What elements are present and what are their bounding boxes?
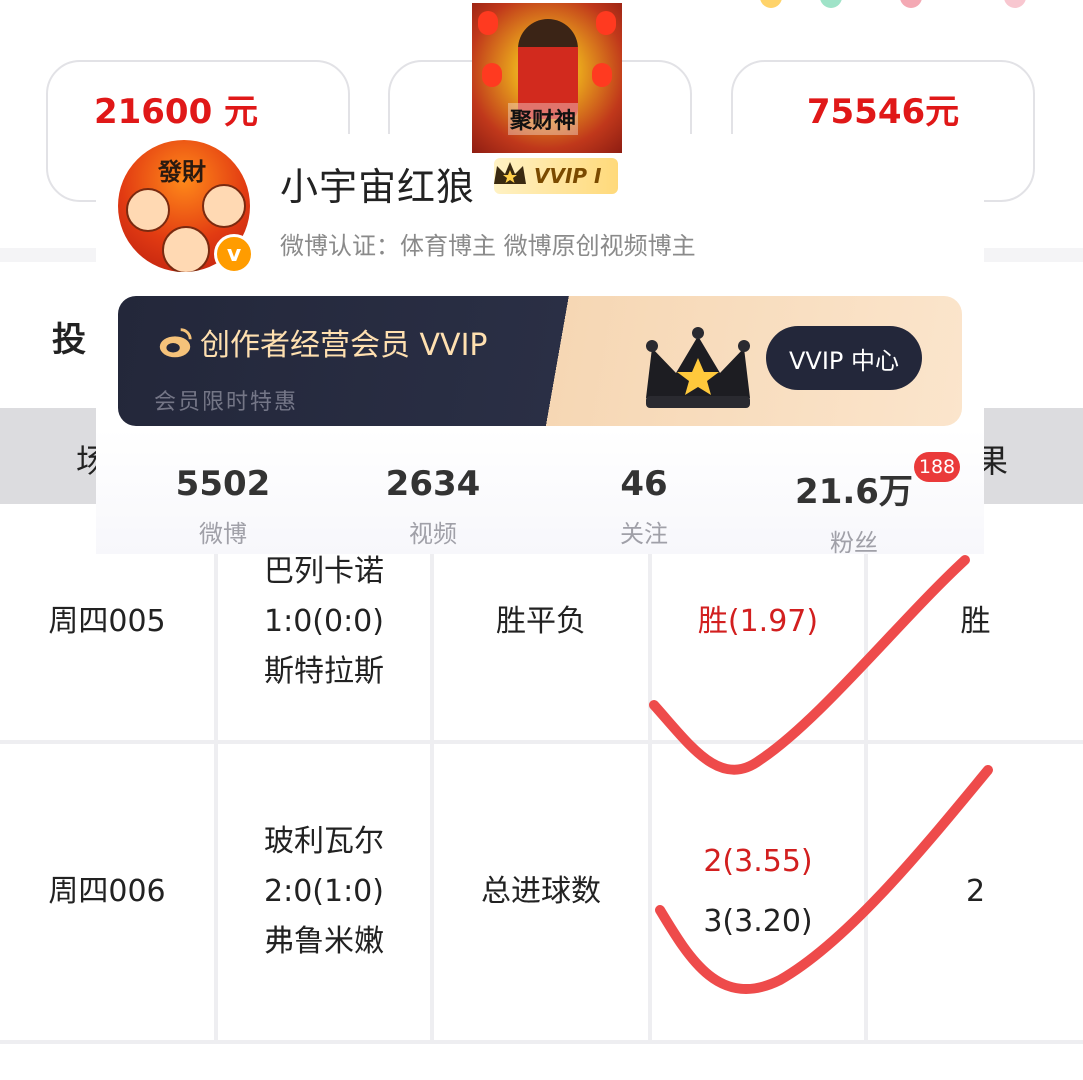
lantern-icon <box>592 63 612 87</box>
stat-label: 视频 <box>409 520 457 548</box>
stat-number: 46 <box>620 464 668 504</box>
home-team: 巴列卡诺 <box>264 554 384 589</box>
lantern-icon <box>478 11 498 35</box>
god-of-wealth-image: 聚财神 <box>472 3 622 153</box>
crown-icon <box>646 327 750 408</box>
decoration-dot <box>1004 0 1026 8</box>
stat-weibo[interactable]: 5502 微博 <box>118 464 328 549</box>
avatar-face <box>202 184 246 228</box>
row-divider <box>0 1040 1083 1044</box>
table-row[interactable]: 周四006 玻利瓦尔 2:0(1:0) 弗鲁米嫩 总进球数 2(3.55) 3(… <box>0 744 1083 1040</box>
pick-option: 3(3.20) <box>703 904 813 939</box>
banner-title: 创作者经营会员 VVIP <box>200 328 488 363</box>
away-team: 斯特拉斯 <box>264 654 384 689</box>
crown-icon <box>494 162 526 184</box>
username[interactable]: 小宇宙红狼 <box>280 156 475 211</box>
lantern-icon <box>596 11 616 35</box>
vvip-level-text: VVIP I <box>534 164 602 188</box>
score: 1:0(0:0) <box>264 604 384 639</box>
result-cell: 2 <box>965 874 986 909</box>
verification-text: 微博认证：体育博主 微博原创视频博主 <box>280 232 696 260</box>
pick-option: 2(3.55) <box>703 844 813 879</box>
stat-video[interactable]: 2634 视频 <box>328 464 538 549</box>
verified-badge-icon: v <box>214 234 254 274</box>
stat-number: 5502 <box>175 464 271 504</box>
lantern-icon <box>482 63 502 87</box>
weibo-logo-icon <box>159 328 192 358</box>
stat-label: 关注 <box>620 520 668 548</box>
match-cell: 玻利瓦尔 2:0(1:0) 弗鲁米嫩 <box>218 744 434 1040</box>
home-team: 玻利瓦尔 <box>264 824 384 859</box>
vvip-level-badge[interactable]: VVIP I <box>494 158 618 194</box>
score: 2:0(1:0) <box>264 874 384 909</box>
profit-value: 21600 元 <box>93 92 259 132</box>
image-caption: 聚财神 <box>508 103 579 135</box>
stat-number: 2634 <box>385 464 481 504</box>
away-team: 弗鲁米嫩 <box>264 924 384 959</box>
match-id-cell: 周四006 <box>0 744 218 1040</box>
avatar-face <box>162 226 210 272</box>
fans-notification-badge: 188 <box>914 452 960 482</box>
stat-label: 粉丝 <box>830 529 878 557</box>
total-value: 75546元 <box>806 92 960 132</box>
pick-cell: 2(3.55) 3(3.20) <box>652 744 868 1040</box>
stat-label: 微博 <box>199 520 247 548</box>
decoration-dot <box>760 0 782 8</box>
decoration-dot <box>820 0 842 8</box>
decoration-dot <box>900 0 922 8</box>
avatar-face <box>126 188 170 232</box>
section-title: 投 <box>52 320 86 360</box>
vvip-center-button[interactable]: VVIP 中心 <box>766 326 922 390</box>
banner-subtitle: 会员限时特惠 <box>154 390 299 415</box>
profile-card[interactable]: 發財 v 小宇宙红狼 VVIP I 微博认证：体育博主 微博原创视频博主 创作者… <box>96 134 984 557</box>
pick-option: 胜(1.97) <box>697 604 819 639</box>
stat-following[interactable]: 46 关注 <box>539 464 749 549</box>
avatar-text: 發財 <box>158 158 206 186</box>
profile-stats: 5502 微博 2634 视频 46 关注 21.6万 粉丝 <box>96 464 984 557</box>
play-type-cell: 总进球数 <box>434 744 652 1040</box>
vvip-banner[interactable]: 创作者经营会员 VVIP 会员限时特惠 VVIP 中心 <box>118 296 962 426</box>
